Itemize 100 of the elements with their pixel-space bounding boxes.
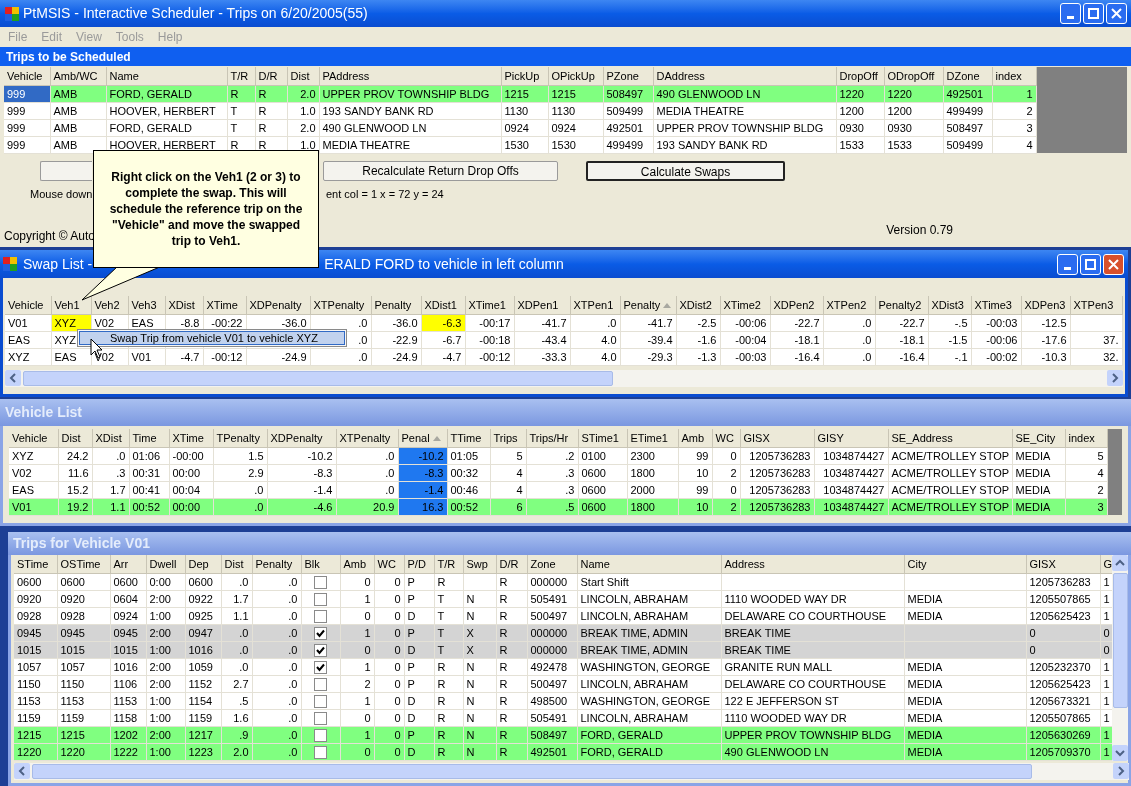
column-header[interactable]: ODropOff [884, 67, 943, 85]
column-header[interactable]: Arr [110, 555, 146, 573]
column-header[interactable]: TTime [447, 429, 490, 447]
column-header[interactable]: STime [14, 555, 57, 573]
scroll-thumb[interactable] [1112, 573, 1128, 708]
column-header[interactable]: City [904, 555, 1026, 573]
column-header[interactable]: XDist [165, 296, 203, 314]
column-header[interactable]: Penal [398, 429, 447, 447]
column-header[interactable]: Veh3 [128, 296, 165, 314]
close-button[interactable] [1103, 253, 1124, 275]
minimize-button[interactable] [1057, 253, 1078, 275]
column-header[interactable]: Penalty [371, 296, 421, 314]
vertical-scrollbar[interactable] [1112, 555, 1128, 761]
column-header[interactable]: GISX [740, 429, 814, 447]
column-header[interactable]: D/R [496, 555, 527, 573]
column-header[interactable]: XDist2 [676, 296, 720, 314]
column-header[interactable]: Name [577, 555, 721, 573]
column-header[interactable]: XTime1 [465, 296, 514, 314]
column-header[interactable]: XTPen3 [1070, 296, 1122, 314]
minimize-button[interactable] [1060, 3, 1081, 24]
action-button[interactable]: Calculate Swaps [586, 161, 785, 181]
checkbox[interactable] [314, 609, 327, 623]
column-header[interactable]: XDPen2 [770, 296, 823, 314]
column-header[interactable]: Trips [490, 429, 526, 447]
column-header[interactable]: Blk [301, 555, 340, 573]
column-header[interactable]: XDPenalty [267, 429, 336, 447]
menu-item[interactable]: Swap Trip from vehicle V01 to vehicle XYZ [79, 331, 345, 345]
column-header[interactable]: XTime [203, 296, 246, 314]
column-header[interactable]: Dist [58, 429, 92, 447]
column-header[interactable]: XTPenalty [310, 296, 371, 314]
column-header[interactable]: Veh1 [51, 296, 91, 314]
column-header[interactable]: Vehicle [4, 67, 50, 85]
column-header[interactable]: TPenalty [213, 429, 267, 447]
horizontal-scrollbar[interactable] [14, 762, 1129, 780]
column-header[interactable]: XDPenalty [246, 296, 310, 314]
column-header[interactable]: OPickUp [548, 67, 603, 85]
column-header[interactable]: Veh2 [91, 296, 128, 314]
scroll-thumb[interactable] [23, 370, 613, 386]
column-header[interactable]: Amb/WC [50, 67, 106, 85]
column-header[interactable]: Zone [527, 555, 577, 573]
column-header[interactable]: XTime2 [720, 296, 770, 314]
checkbox[interactable] [314, 745, 327, 759]
column-header[interactable]: Dist [287, 67, 319, 85]
column-header[interactable]: PAddress [319, 67, 501, 85]
column-header[interactable]: Dwell [146, 555, 185, 573]
column-header[interactable]: GISY [814, 429, 888, 447]
maximize-button[interactable] [1080, 253, 1101, 275]
checkbox[interactable] [314, 626, 327, 640]
column-header[interactable]: ETime1 [627, 429, 678, 447]
column-header[interactable]: Amb [678, 429, 712, 447]
horizontal-scrollbar[interactable] [5, 369, 1123, 387]
column-header[interactable]: Vehicle [5, 296, 51, 314]
column-header[interactable]: index [992, 67, 1036, 85]
column-header[interactable]: DZone [943, 67, 992, 85]
column-header[interactable]: Trips/Hr [526, 429, 578, 447]
action-button[interactable] [40, 161, 92, 181]
column-header[interactable]: GISX [1026, 555, 1100, 573]
checkbox[interactable] [314, 643, 327, 657]
column-header[interactable]: P/D [404, 555, 434, 573]
column-header[interactable]: T/R [434, 555, 463, 573]
column-header[interactable]: Time [129, 429, 169, 447]
checkbox[interactable] [314, 694, 327, 708]
column-header[interactable]: Name [106, 67, 227, 85]
column-header[interactable]: Address [721, 555, 904, 573]
column-header[interactable]: Dep [185, 555, 221, 573]
column-header[interactable]: XDPen3 [1021, 296, 1070, 314]
column-header[interactable]: XTPen2 [823, 296, 875, 314]
column-header[interactable]: Dist [221, 555, 252, 573]
column-header[interactable]: XDist3 [928, 296, 971, 314]
checkbox[interactable] [314, 677, 327, 691]
maximize-button[interactable] [1083, 3, 1104, 24]
column-header[interactable]: T/R [227, 67, 255, 85]
checkbox[interactable] [314, 660, 327, 674]
column-header[interactable]: index [1065, 429, 1107, 447]
column-header[interactable]: Amb [340, 555, 374, 573]
column-header[interactable]: WC [374, 555, 404, 573]
column-header[interactable]: DAddress [653, 67, 836, 85]
checkbox[interactable] [314, 575, 327, 589]
checkbox[interactable] [314, 711, 327, 725]
close-button[interactable] [1106, 3, 1127, 24]
column-header[interactable]: DropOff [836, 67, 884, 85]
column-header[interactable]: Penalty [252, 555, 301, 573]
column-header[interactable]: Penalty2 [875, 296, 928, 314]
column-header[interactable]: XTPenalty [336, 429, 398, 447]
column-header[interactable]: PickUp [501, 67, 548, 85]
column-header[interactable]: PZone [603, 67, 653, 85]
column-header[interactable]: SE_Address [888, 429, 1012, 447]
column-header[interactable]: Vehicle [9, 429, 58, 447]
column-header[interactable]: D/R [255, 67, 287, 85]
column-header[interactable]: STime1 [578, 429, 627, 447]
column-header[interactable]: XTPen1 [570, 296, 620, 314]
action-button[interactable]: Recalculate Return Drop Offs [323, 161, 558, 181]
column-header[interactable]: OSTime [57, 555, 110, 573]
column-header[interactable]: XDist1 [421, 296, 465, 314]
column-header[interactable]: WC [712, 429, 740, 447]
column-header[interactable]: SE_City [1012, 429, 1065, 447]
column-header[interactable]: Penalty [620, 296, 676, 314]
column-header[interactable]: XTime3 [971, 296, 1021, 314]
checkbox[interactable] [314, 728, 327, 742]
column-header[interactable]: XDist [92, 429, 129, 447]
